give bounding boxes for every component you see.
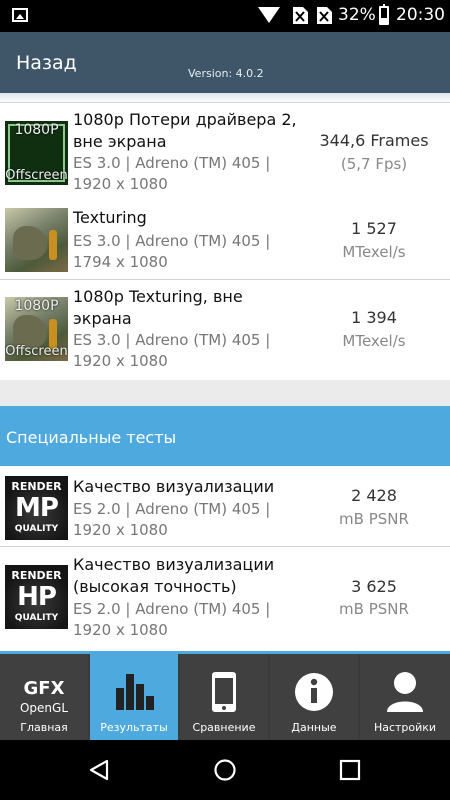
test-details: ES 3.0 | Adreno (TM) 405 | 1920 x 1080 bbox=[73, 154, 271, 193]
back-button[interactable]: Назад bbox=[16, 52, 77, 74]
section-gap bbox=[0, 380, 450, 406]
test-score: 1 527 bbox=[351, 219, 397, 238]
test-score: 1 394 bbox=[351, 308, 397, 327]
nav-label: Сравнение bbox=[192, 721, 256, 734]
list-item[interactable]: RENDER MP QUALITY Качество визуализации … bbox=[0, 466, 450, 547]
gallery-icon bbox=[12, 8, 28, 22]
back-icon[interactable] bbox=[87, 758, 111, 782]
thumbnail-line-1: RENDER bbox=[11, 480, 62, 493]
test-title: 1080p Потери драйвера 2, вне экрана bbox=[73, 110, 297, 151]
version-label: Version: 4.0.2 bbox=[188, 67, 264, 80]
thumbnail-figure bbox=[49, 230, 57, 260]
nav-results[interactable]: Результаты bbox=[90, 654, 178, 740]
logo-line-2: OpenGL bbox=[19, 701, 69, 715]
no-sim-icon bbox=[316, 7, 332, 24]
nav-label: Настройки bbox=[373, 721, 437, 734]
bar-chart-icon bbox=[90, 664, 178, 714]
app-header: Назад Version: 4.0.2 bbox=[0, 32, 450, 93]
clock: 20:30 bbox=[396, 5, 445, 25]
nav-settings[interactable]: Настройки bbox=[360, 654, 450, 740]
test-unit: (5,7 Fps) bbox=[340, 155, 408, 173]
info-icon bbox=[270, 664, 358, 714]
test-unit: mB PSNR bbox=[339, 510, 409, 528]
test-title: Texturing bbox=[73, 208, 147, 227]
test-title: Качество визуализации bbox=[73, 477, 275, 496]
test-thumbnail: RENDER MP QUALITY bbox=[5, 476, 68, 540]
test-unit: mB PSNR bbox=[339, 600, 409, 618]
recents-icon[interactable] bbox=[339, 759, 361, 781]
list-item[interactable]: 1080P Offscreen 1080p Потери драйвера 2,… bbox=[0, 102, 450, 202]
test-thumbnail: 1080P Offscreen bbox=[5, 297, 68, 361]
home-icon[interactable] bbox=[213, 758, 237, 782]
no-sim-icon bbox=[292, 7, 308, 24]
test-score: 3 625 bbox=[351, 577, 397, 596]
nav-data[interactable]: Данные bbox=[270, 654, 358, 740]
test-details: ES 2.0 | Adreno (TM) 405 | 1920 x 1080 bbox=[73, 600, 271, 639]
thumbnail-top-label: 1080P bbox=[14, 122, 59, 138]
thumbnail-line-2: MP bbox=[15, 493, 59, 523]
phone-icon bbox=[180, 664, 268, 714]
user-icon bbox=[360, 664, 448, 714]
battery-icon bbox=[379, 4, 389, 25]
battery-level bbox=[381, 18, 387, 23]
list-item[interactable]: Texturing ES 3.0 | Adreno (TM) 405 | 179… bbox=[0, 201, 450, 280]
test-title: Качество визуализации (высокая точность) bbox=[73, 555, 275, 596]
bottom-navigation: GFX OpenGL Главная Результаты Сравнение … bbox=[0, 651, 450, 740]
nav-label: Главная bbox=[20, 721, 68, 734]
list-item[interactable]: 1080P Offscreen 1080p Texturing, вне экр… bbox=[0, 280, 450, 380]
test-details: ES 2.0 | Adreno (TM) 405 | 1920 x 1080 bbox=[73, 500, 271, 539]
test-thumbnail bbox=[5, 208, 68, 272]
test-unit: MTexel/s bbox=[342, 332, 406, 350]
thumbnail-line-1: RENDER bbox=[11, 569, 62, 582]
nav-home[interactable]: GFX OpenGL Главная bbox=[0, 654, 88, 740]
gfx-logo-icon: GFX OpenGL bbox=[0, 664, 88, 715]
test-thumbnail: RENDER HP QUALITY bbox=[5, 565, 68, 629]
wifi-icon bbox=[258, 7, 280, 23]
section-header: Специальные тесты bbox=[0, 406, 450, 466]
test-unit: MTexel/s bbox=[342, 243, 406, 261]
test-details: ES 3.0 | Adreno (TM) 405 | 1920 x 1080 bbox=[73, 331, 271, 370]
thumbnail-bottom-label: Offscreen bbox=[5, 344, 68, 359]
nav-compare[interactable]: Сравнение bbox=[180, 654, 268, 740]
thumbnail-top-label: 1080P bbox=[14, 298, 59, 314]
system-navigation-bar bbox=[0, 740, 450, 800]
test-title: 1080p Texturing, вне экрана bbox=[73, 287, 243, 328]
list-item[interactable]: RENDER HP QUALITY Качество визуализации … bbox=[0, 547, 450, 651]
status-bar: 32% 20:30 bbox=[0, 0, 450, 32]
nav-label: Результаты bbox=[100, 721, 168, 734]
thumbnail-line-3: QUALITY bbox=[14, 524, 59, 534]
thumbnail-line-3: QUALITY bbox=[14, 613, 59, 623]
test-details: ES 3.0 | Adreno (TM) 405 | 1794 x 1080 bbox=[73, 232, 271, 271]
test-score: 344,6 Frames bbox=[319, 131, 429, 150]
battery-percent: 32% bbox=[338, 5, 376, 25]
thumbnail-rock bbox=[13, 226, 47, 260]
thumbnail-line-2: HP bbox=[17, 582, 57, 612]
logo-line-1: GFX bbox=[23, 678, 65, 699]
test-thumbnail: 1080P Offscreen bbox=[5, 121, 68, 185]
thumbnail-bottom-label: Offscreen bbox=[5, 168, 68, 183]
test-score: 2 428 bbox=[351, 486, 397, 505]
section-title: Специальные тесты bbox=[6, 428, 177, 447]
nav-label: Данные bbox=[291, 721, 337, 734]
